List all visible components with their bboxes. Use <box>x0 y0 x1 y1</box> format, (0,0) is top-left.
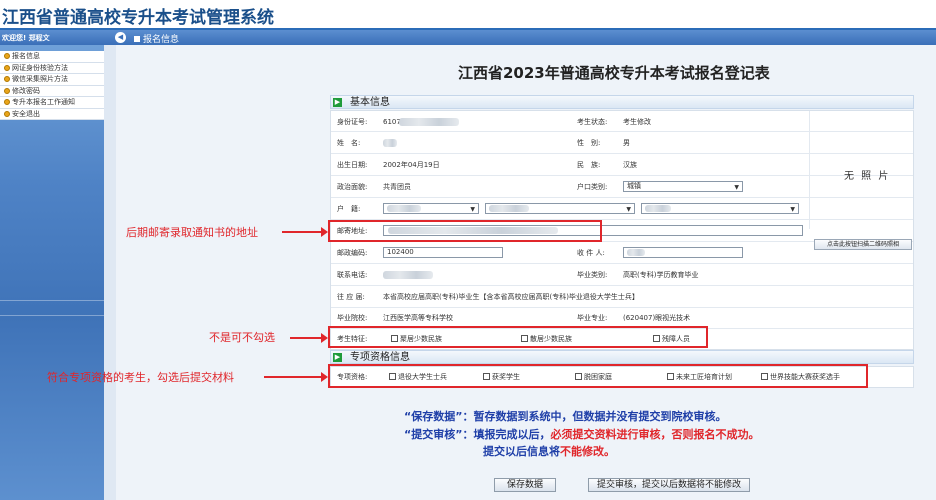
sidebar-item-notice[interactable]: 专升本报名工作通知 <box>0 97 104 109</box>
school-value: 江西医学高等专科学校 <box>383 314 453 322</box>
name-label: 姓 名: <box>337 139 361 147</box>
home-icon <box>134 36 140 42</box>
arrow-right-icon <box>282 227 328 237</box>
table-row: 往 应 届: 本省高校应届高职(专科)毕业生【含本省高校应届高职(专科)毕业退役… <box>331 286 913 308</box>
prev-value: 本省高校应届高职(专科)毕业生【含本省高校应届高职(专科)毕业退役大学生士兵】 <box>383 293 639 301</box>
gender-label: 性 别: <box>577 139 601 147</box>
note-save: “保存数据”：暂存数据到系统中，但数据并没有提交到院校审核。 <box>404 410 727 423</box>
arrow-right-icon <box>290 333 328 343</box>
postcode-label: 邮政编码: <box>337 249 368 257</box>
city-select[interactable]: ▼ <box>485 203 635 214</box>
annotation-optional: 不是可不勾选 <box>209 331 275 344</box>
sidebar-item-change-password[interactable]: 修改密码 <box>0 86 104 97</box>
prev-label: 往 应 届: <box>337 293 365 301</box>
recipient-label: 收 件 人: <box>577 249 605 257</box>
sidebar: 报名信息 网证身份核验方法 微信采集照片方法 修改密码 专升本报名工作通知 安全… <box>0 45 104 500</box>
major-label: 毕业专业: <box>577 314 608 322</box>
sidebar-item-id-verify[interactable]: 网证身份核验方法 <box>0 63 104 74</box>
photo-panel: 无 照 片 点击此按钮扫描二维码照相 <box>809 111 913 250</box>
highlight-qualification <box>328 364 868 388</box>
no-photo-text: 无 照 片 <box>844 171 891 182</box>
ethnic-value: 汉族 <box>623 161 637 169</box>
recipient-input[interactable] <box>623 247 743 258</box>
arrow-right-icon <box>264 372 328 382</box>
politics-label: 政治面貌: <box>337 183 368 191</box>
ethnic-label: 民 族: <box>577 161 601 169</box>
bullet-icon <box>4 110 10 117</box>
bullet-icon <box>4 76 10 82</box>
redacted-block <box>627 249 645 256</box>
section-arrow-icon: ▶ <box>333 353 342 362</box>
table-row: 联系电话: 毕业类别: 高职(专科)学历教育毕业 <box>331 264 913 286</box>
note-submit: “提交审核”：填报完成以后，必须提交资料进行审核，否则报名不成功。 <box>404 428 760 441</box>
status-value: 考生修改 <box>623 118 651 126</box>
bullet-icon <box>4 99 10 105</box>
school-label: 毕业院校: <box>337 314 368 322</box>
redacted-block <box>387 205 421 212</box>
sidebar-item-photo-method[interactable]: 微信采集照片方法 <box>0 74 104 86</box>
breadcrumb: 报名信息 <box>134 32 179 45</box>
chevron-down-icon: ▼ <box>470 206 475 213</box>
birth-value: 2002年04月19日 <box>383 161 440 169</box>
gender-value: 男 <box>623 139 630 147</box>
welcome-text: 欢迎您! 郑程文 <box>2 34 50 42</box>
bullet-icon <box>4 53 10 59</box>
sidebar-band <box>0 300 104 301</box>
grad-type-value: 高职(专科)学历教育毕业 <box>623 271 699 279</box>
highlight-address <box>328 220 602 242</box>
section-title: 基本信息 <box>350 97 390 108</box>
top-bar: 欢迎您! 郑程文 ◀ 报名信息 <box>0 30 936 45</box>
form-title: 江西省2023年普通高校专升本考试报名登记表 <box>458 64 770 82</box>
county-select[interactable]: ▼ <box>641 203 799 214</box>
sidebar-menu: 报名信息 网证身份核验方法 微信采集照片方法 修改密码 专升本报名工作通知 安全… <box>0 51 104 120</box>
sidebar-band <box>0 315 104 316</box>
note-after-submit: 提交以后信息将不能修改。 <box>483 445 615 458</box>
redacted-block <box>399 118 459 126</box>
domicile-label: 户 籍: <box>337 205 361 213</box>
scan-qr-photo-button[interactable]: 点击此按钮扫描二维码照相 <box>814 239 912 250</box>
grad-type-label: 毕业类别: <box>577 271 608 279</box>
submit-button[interactable]: 提交审核，提交以后数据将不能修改 <box>588 478 750 492</box>
chevron-down-icon: ▼ <box>626 206 631 213</box>
redacted-block <box>645 205 671 212</box>
section-title: 专项资格信息 <box>350 352 410 363</box>
collapse-sidebar-icon[interactable]: ◀ <box>115 32 126 43</box>
app-title: 江西省普通高校专升本考试管理系统 <box>2 8 274 28</box>
redacted-block <box>383 139 397 147</box>
birth-label: 出生日期: <box>337 161 368 169</box>
section-basic-info: ▶ 基本信息 <box>330 95 914 109</box>
highlight-feature <box>328 326 708 348</box>
politics-value: 共青团员 <box>383 183 411 191</box>
save-button[interactable]: 保存数据 <box>494 478 556 492</box>
annotation-special: 符合专项资格的考生，勾选后提交材料 <box>47 371 234 384</box>
annotation-mail: 后期邮寄录取通知书的地址 <box>126 226 258 239</box>
chevron-down-icon: ▼ <box>790 206 795 213</box>
sidebar-item-registration[interactable]: 报名信息 <box>0 51 104 63</box>
status-label: 考生状态: <box>577 118 608 126</box>
app-header: 江西省普通高校专升本考试管理系统 <box>0 0 936 30</box>
section-special-qualification: ▶ 专项资格信息 <box>330 350 914 364</box>
section-arrow-icon: ▶ <box>333 98 342 107</box>
id-label: 身份证号: <box>337 118 368 126</box>
bullet-icon <box>4 87 10 94</box>
hukou-label: 户口类别: <box>577 183 608 191</box>
chevron-down-icon: ▼ <box>734 184 739 191</box>
content-edge <box>104 45 116 500</box>
bullet-icon <box>4 64 10 71</box>
breadcrumb-label: 报名信息 <box>143 35 180 45</box>
phone-label: 联系电话: <box>337 271 368 279</box>
redacted-block <box>489 205 529 212</box>
postcode-input[interactable]: 102400 <box>383 247 503 258</box>
sidebar-item-logout[interactable]: 安全退出 <box>0 109 104 120</box>
province-select[interactable]: ▼ <box>383 203 479 214</box>
redacted-block <box>383 271 433 279</box>
hukou-select[interactable]: 城镇 ▼ <box>623 181 743 192</box>
major-value: (620407)眼视光技术 <box>623 314 691 322</box>
